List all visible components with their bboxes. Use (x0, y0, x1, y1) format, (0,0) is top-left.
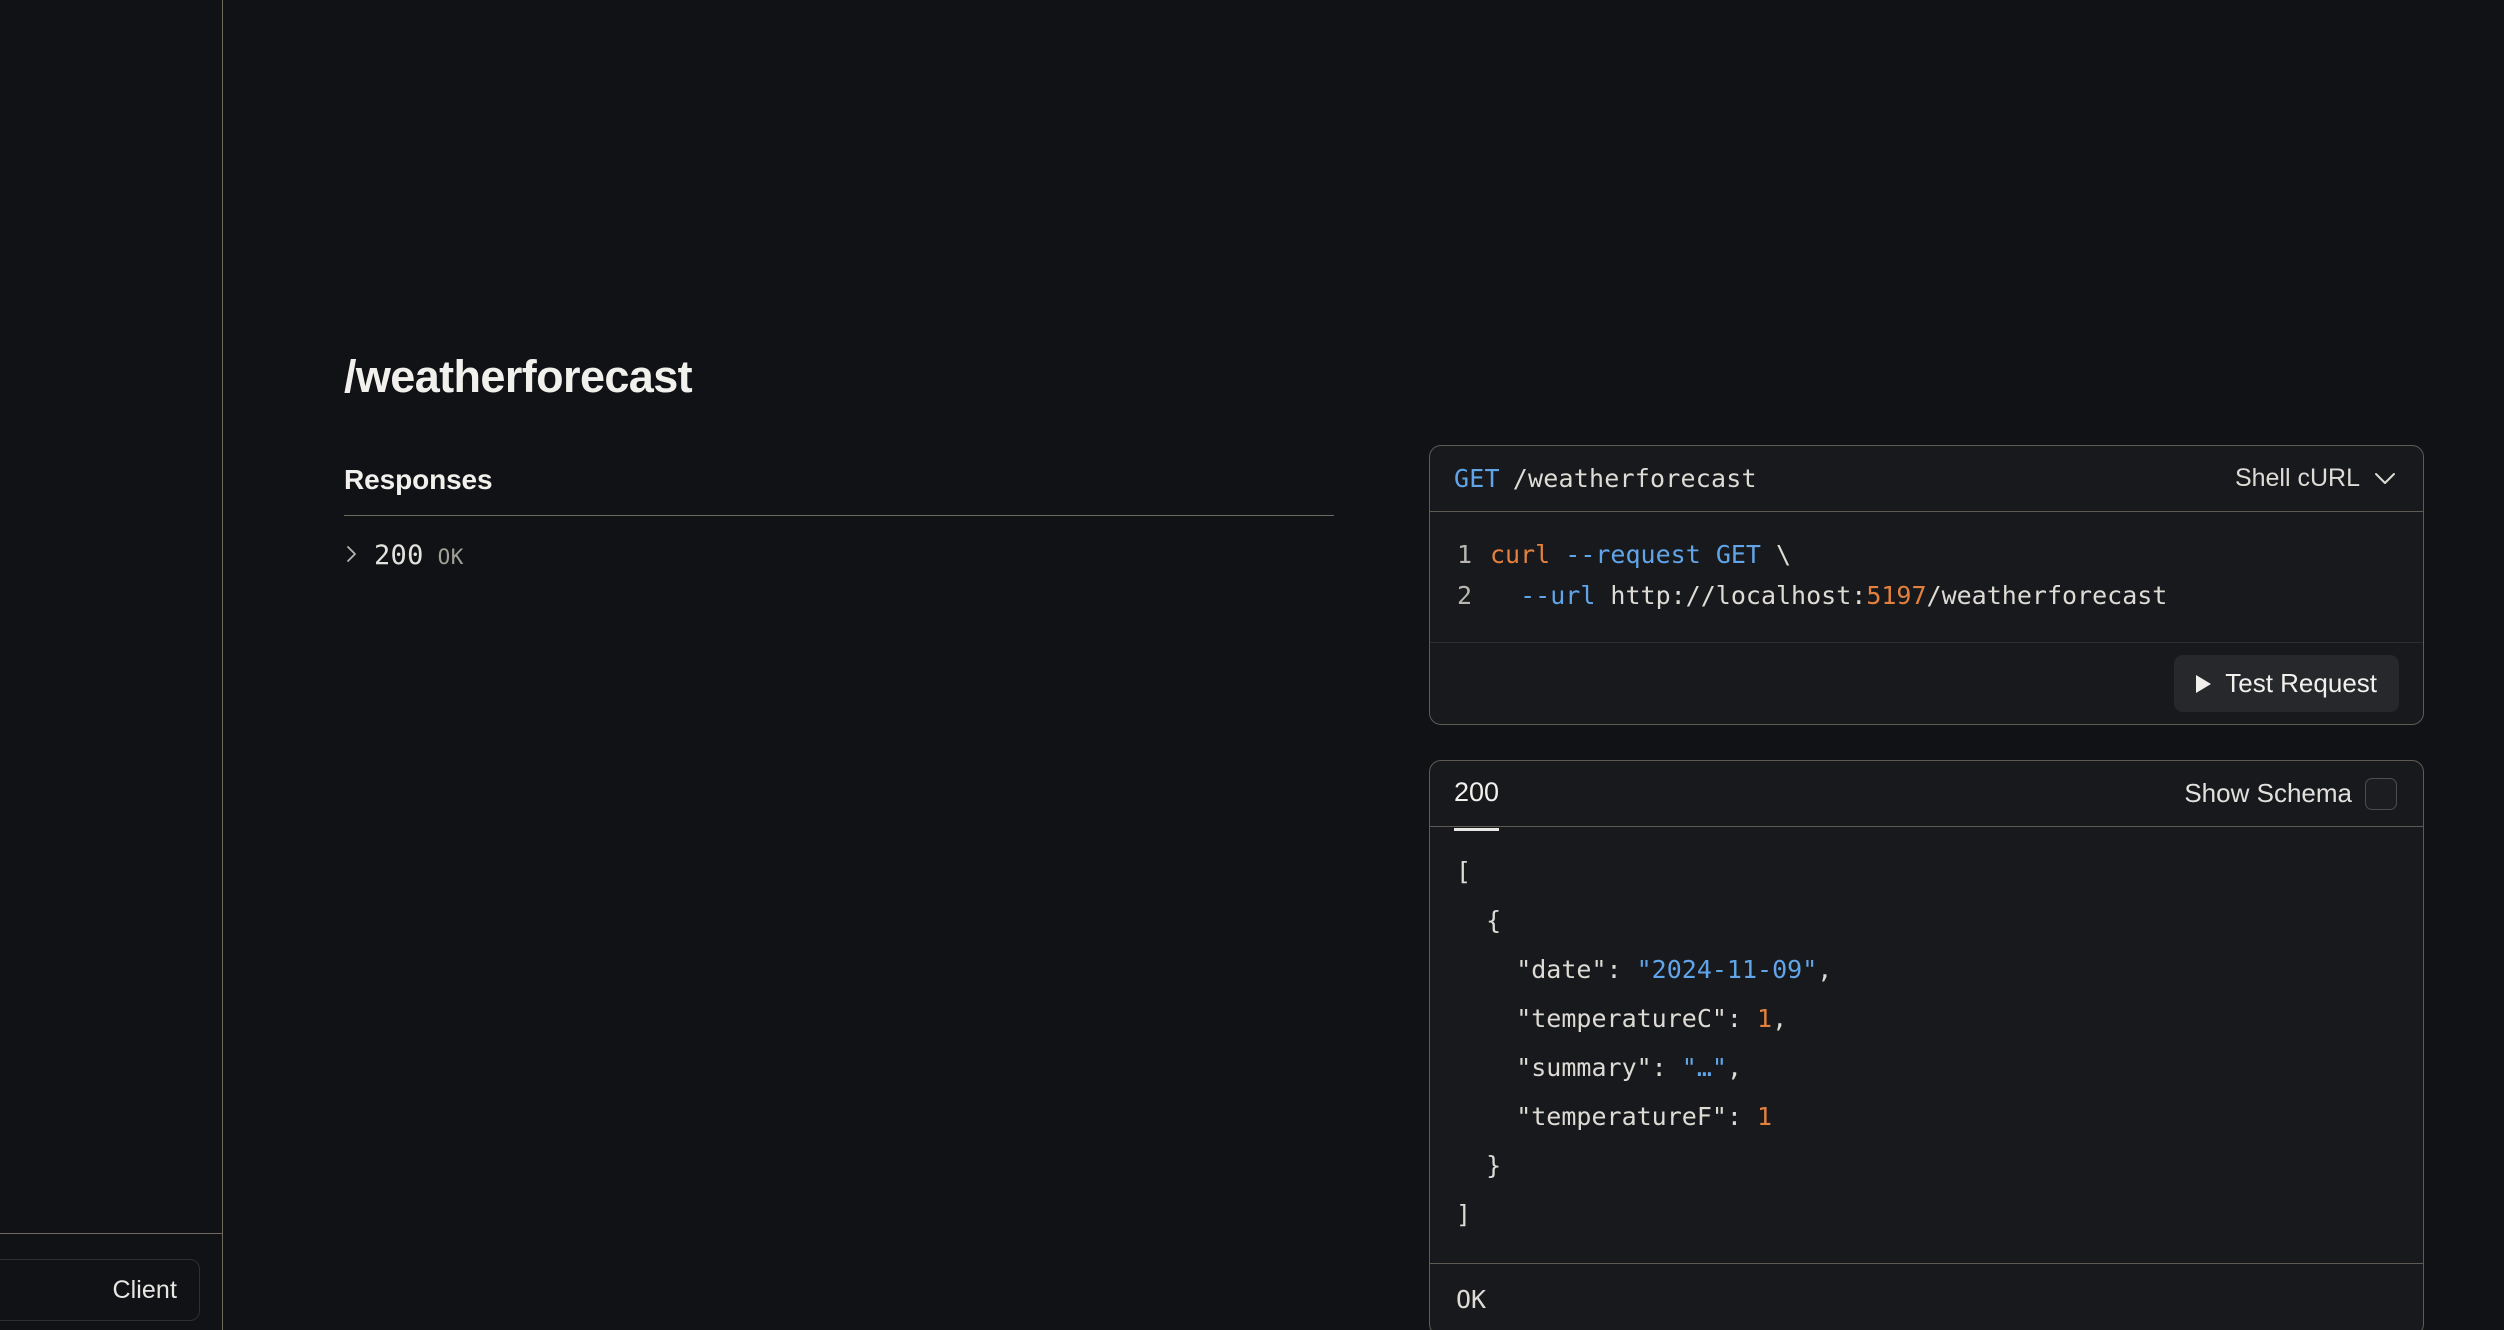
language-selector[interactable]: Shell cURL (2235, 464, 2397, 493)
json-token: } (1456, 1151, 1502, 1180)
open-api-client-button[interactable]: Client (0, 1259, 200, 1321)
response-status-code: 200 (374, 539, 424, 571)
json-line: "temperatureC": 1, (1456, 994, 2423, 1043)
response-status-text: OK (437, 544, 464, 569)
response-panel-header-right: Show Schema (2184, 777, 2397, 810)
response-json-block[interactable]: [ { "date": "2024-11-09", "temperatureC"… (1430, 827, 2423, 1263)
show-schema-checkbox[interactable] (2365, 777, 2397, 810)
json-token: , (1772, 1004, 1788, 1033)
test-request-label: Test Request (2225, 668, 2377, 698)
open-api-client-label: Client (112, 1275, 177, 1304)
json-line: } (1456, 1141, 2423, 1190)
response-example-panel: 200 Show Schema [ { "date": "2024-11-09"… (1429, 760, 2424, 1330)
json-line: "summary": "…", (1456, 1043, 2423, 1092)
json-line: ] (1456, 1190, 2423, 1239)
play-icon (2196, 674, 2212, 693)
json-token: , (1817, 955, 1833, 984)
chevron-down-icon (2373, 464, 2397, 493)
code-token: \ (1760, 540, 1792, 569)
endpoint-doc-column: /weatherforecast Responses 200 OK (344, 352, 1454, 571)
response-status-text-footer: OK (1456, 1285, 1487, 1314)
json-token: [ (1456, 857, 1472, 886)
json-token: 1 (1757, 1102, 1773, 1131)
responses-heading: Responses (344, 463, 493, 495)
tab-response-200[interactable]: 200 (1454, 777, 1500, 831)
sidebar: Client (0, 0, 223, 1330)
request-method: GET (1454, 464, 1500, 493)
json-line: { (1456, 896, 2423, 945)
code-line-content: curl --request GET \ (1490, 534, 1791, 575)
response-panel-header: 200 Show Schema (1430, 761, 2423, 831)
test-request-button[interactable]: Test Request (2174, 655, 2399, 712)
json-line: "date": "2024-11-09", (1456, 945, 2423, 994)
json-token: { (1456, 906, 1502, 935)
json-token: "temperatureC": (1456, 1004, 1758, 1033)
curl-code-block[interactable]: 1 curl --request GET \ 2 --url http://lo… (1430, 512, 2423, 642)
chevron-right-icon (344, 542, 360, 566)
code-line-content: --url http://localhost:5197/weatherforec… (1490, 575, 2167, 616)
line-number: 1 (1456, 540, 1472, 569)
json-token: "date": (1456, 955, 1637, 984)
request-panel-footer: Test Request (1430, 642, 2423, 724)
page-title: /weatherforecast (344, 351, 693, 402)
json-line: "temperatureF": 1 (1456, 1092, 2423, 1141)
code-token: GET (1715, 540, 1761, 569)
json-token: "summary": (1456, 1053, 1682, 1082)
language-selector-label: Shell cURL (2234, 464, 2360, 492)
json-token: "temperatureF": (1456, 1102, 1758, 1131)
response-item-200[interactable]: 200 OK (344, 540, 1454, 571)
json-token: "2024-11-09" (1636, 955, 1818, 984)
request-panel-header: GET /weatherforecast Shell cURL (1430, 446, 2423, 512)
json-token: , (1726, 1053, 1742, 1082)
api-reference-page: Client /weatherforecast Responses 200 OK (0, 0, 2504, 1330)
sidebar-footer: Client (0, 1233, 223, 1330)
json-token: ] (1456, 1200, 1472, 1229)
code-token: http://localhost: (1595, 581, 1867, 610)
code-token: --url (1520, 581, 1596, 610)
request-path: /weatherforecast (1512, 464, 1757, 493)
json-token: "…" (1681, 1053, 1727, 1082)
right-panel-column: GET /weatherforecast Shell cURL 1 curl -… (1429, 445, 2424, 1330)
code-token: curl (1490, 540, 1551, 569)
code-token: 5197 (1866, 581, 1927, 610)
request-example-panel: GET /weatherforecast Shell cURL 1 curl -… (1429, 445, 2424, 725)
json-line: [ (1456, 847, 2423, 896)
code-line: 1 curl --request GET \ (1430, 534, 2423, 575)
line-number: 2 (1456, 581, 1472, 610)
section-divider (344, 514, 1334, 516)
code-token: /weatherforecast (1926, 581, 2168, 610)
response-panel-footer: OK (1430, 1263, 2423, 1330)
request-panel-header-right: Shell cURL (2235, 464, 2397, 493)
main-content: /weatherforecast Responses 200 OK GET /w (224, 0, 2504, 1330)
show-schema-label: Show Schema (2184, 778, 2352, 808)
json-token: 1 (1757, 1004, 1773, 1033)
code-line: 2 --url http://localhost:5197/weatherfor… (1430, 575, 2423, 616)
code-token: --request (1565, 540, 1701, 569)
